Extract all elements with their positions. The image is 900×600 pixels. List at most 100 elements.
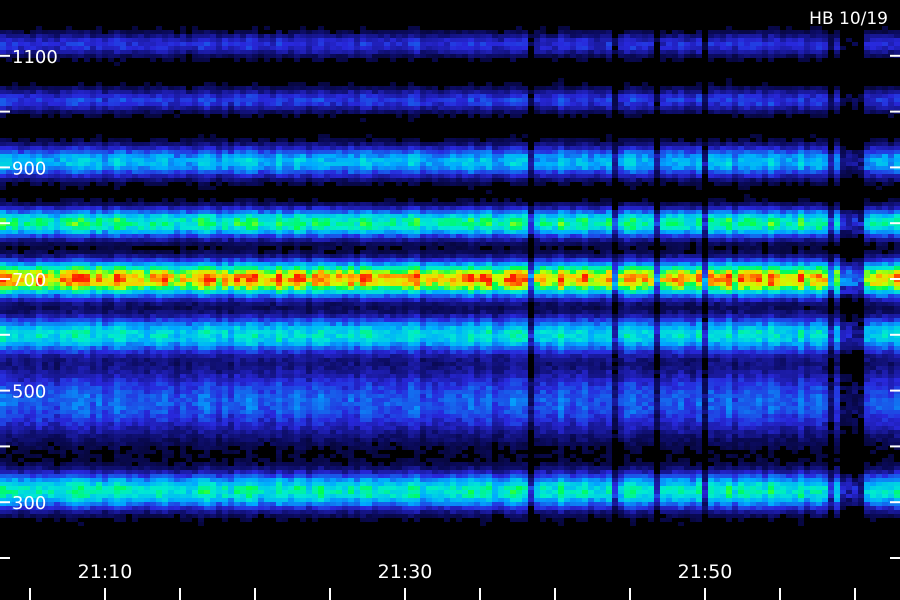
heatmap-cell [66, 442, 72, 446]
heatmap-cell [366, 374, 372, 378]
heatmap-cell [762, 382, 768, 386]
heatmap-cell [132, 518, 138, 522]
heatmap-cell [888, 426, 894, 430]
heatmap-cell [804, 482, 810, 486]
heatmap-cell [444, 466, 450, 470]
heatmap-cell [780, 442, 786, 446]
heatmap-cell [462, 418, 468, 422]
heatmap-cell [132, 506, 138, 510]
heatmap-cell [372, 514, 378, 518]
heatmap-cell [774, 422, 780, 426]
heatmap-cell [222, 442, 228, 446]
heatmap-cell [810, 470, 816, 474]
heatmap-cell [552, 414, 558, 418]
heatmap-cell [846, 394, 852, 398]
heatmap-cell [300, 438, 306, 442]
heatmap-cell [768, 434, 774, 438]
heatmap-cell [144, 410, 150, 414]
heatmap-cell [816, 402, 822, 406]
heatmap-cell [348, 514, 354, 518]
heatmap-cell [564, 386, 570, 390]
heatmap-cell [486, 418, 492, 422]
heatmap-cell [564, 390, 570, 394]
heatmap-cell [546, 410, 552, 414]
heatmap-cell [522, 422, 528, 426]
heatmap-cell [624, 478, 630, 482]
heatmap-cell [636, 470, 642, 474]
heatmap-cell [438, 410, 444, 414]
heatmap-cell [288, 482, 294, 486]
heatmap-cell [804, 494, 810, 498]
heatmap-cell [246, 498, 252, 502]
heatmap-cell [138, 398, 144, 402]
heatmap-cell [372, 454, 378, 458]
heatmap-cell [522, 494, 528, 498]
heatmap-cell [114, 450, 120, 454]
heatmap-cell [714, 502, 720, 506]
heatmap-cell [348, 454, 354, 458]
heatmap-cell [210, 458, 216, 462]
heatmap-cell [96, 446, 102, 450]
heatmap-cell [654, 402, 660, 406]
heatmap-cell [672, 474, 678, 478]
heatmap-cell [846, 406, 852, 410]
heatmap-cell [558, 386, 564, 390]
heatmap-cell [312, 510, 318, 514]
heatmap-cell [120, 438, 126, 442]
heatmap-cell [144, 486, 150, 490]
heatmap-cell [402, 446, 408, 450]
heatmap-cell [636, 474, 642, 478]
heatmap-cell [354, 498, 360, 502]
heatmap-cell [678, 506, 684, 510]
heatmap-cell [108, 506, 114, 510]
heatmap-cell [522, 454, 528, 458]
heatmap-cell [12, 422, 18, 426]
heatmap-cell [744, 378, 750, 382]
heatmap-cell [570, 510, 576, 514]
heatmap-cell [558, 414, 564, 418]
heatmap-cell [534, 478, 540, 482]
heatmap-cell [774, 502, 780, 506]
heatmap-cell [210, 414, 216, 418]
heatmap-cell [870, 374, 876, 378]
heatmap-cell [606, 378, 612, 382]
heatmap-cell [414, 434, 420, 438]
heatmap-cell [678, 522, 684, 526]
heatmap-cell [384, 514, 390, 518]
heatmap-cell [894, 474, 900, 478]
heatmap-cell [324, 442, 330, 446]
heatmap-cell [498, 470, 504, 474]
heatmap-cell [876, 386, 882, 390]
heatmap-cell [366, 474, 372, 478]
heatmap-cell [270, 382, 276, 386]
heatmap-cell [660, 406, 666, 410]
heatmap-cell [312, 518, 318, 522]
heatmap-cell [522, 374, 528, 378]
heatmap-cell [774, 462, 780, 466]
heatmap-cell [726, 514, 732, 518]
heatmap-cell [750, 466, 756, 470]
heatmap-cell [828, 474, 834, 478]
heatmap-cell [0, 430, 6, 434]
heatmap-cell [438, 514, 444, 518]
heatmap-cell [264, 426, 270, 430]
heatmap-cell [588, 394, 594, 398]
heatmap-cell [210, 502, 216, 506]
heatmap-cell [888, 494, 894, 498]
heatmap-cell [162, 474, 168, 478]
heatmap-cell [864, 422, 870, 426]
heatmap-cell [804, 390, 810, 394]
heatmap-cell [684, 406, 690, 410]
heatmap-cell [714, 462, 720, 466]
heatmap-cell [102, 478, 108, 482]
heatmap-cell [750, 394, 756, 398]
heatmap-cell [624, 430, 630, 434]
heatmap-cell [588, 462, 594, 466]
heatmap-cell [438, 382, 444, 386]
heatmap-cell [474, 422, 480, 426]
heatmap-cell [732, 442, 738, 446]
heatmap-cell [546, 390, 552, 394]
heatmap-cell [768, 414, 774, 418]
heatmap-cell [48, 410, 54, 414]
heatmap-cell [810, 394, 816, 398]
